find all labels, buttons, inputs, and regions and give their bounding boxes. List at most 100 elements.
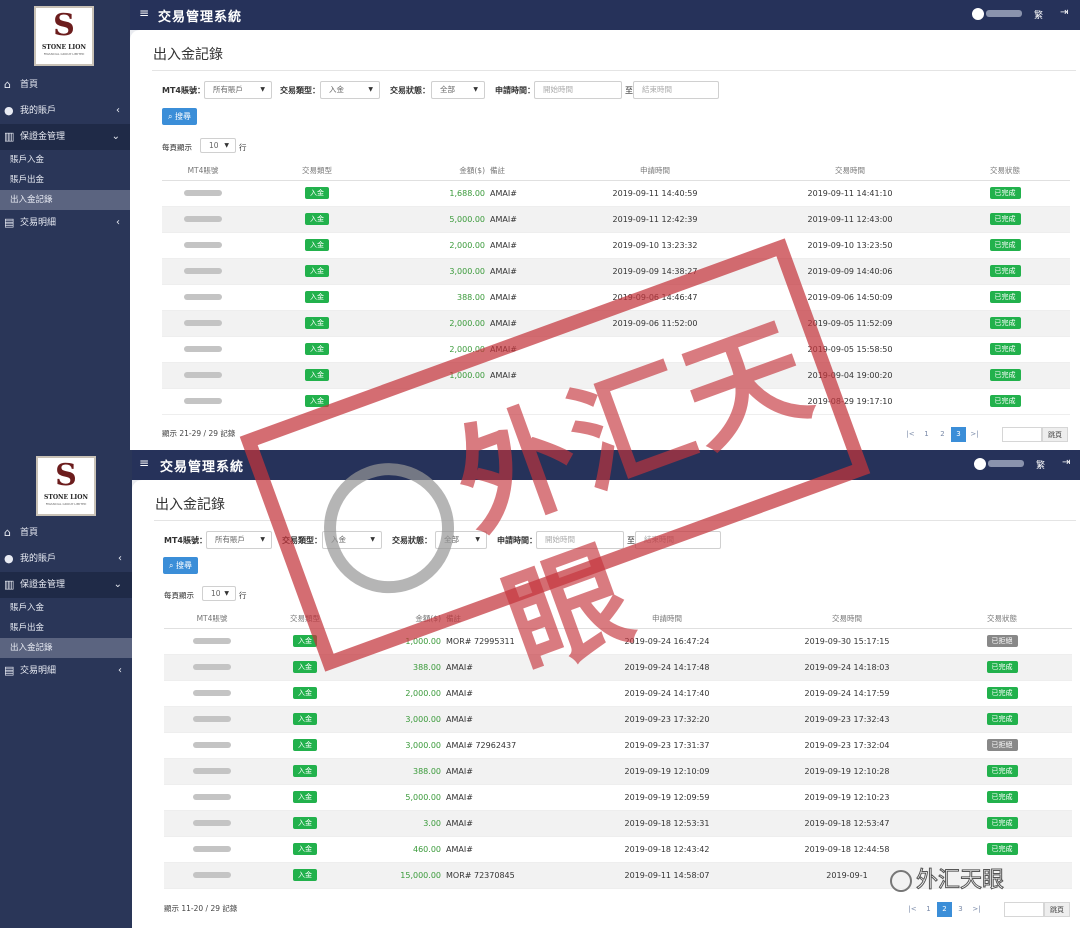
cell-status: 已完成 xyxy=(932,784,1072,811)
cell-type: 入金 xyxy=(260,706,350,733)
account-filter-label: MT4賬號： xyxy=(164,536,207,545)
masked-username[interactable] xyxy=(988,460,1024,467)
type-badge: 入金 xyxy=(305,395,329,407)
col-type[interactable]: 交易類型 xyxy=(244,162,390,181)
cell-apply-time: 2019-09-11 14:58:07 xyxy=(572,862,762,889)
goto-page-button[interactable]: 跳頁 xyxy=(1044,902,1070,917)
col-amount[interactable]: 金額($) xyxy=(390,162,490,181)
account-filter-select[interactable]: 所有賬戶 ▼ xyxy=(204,81,272,99)
col-apply-time[interactable]: 申請時間 xyxy=(572,610,762,629)
title-divider xyxy=(154,520,1076,521)
goto-page-input[interactable] xyxy=(1004,902,1044,917)
end-date-input[interactable]: 結束時間 xyxy=(635,531,721,549)
type-filter-select[interactable]: 入金 ▼ xyxy=(322,531,382,549)
sidebar-item-trade-details[interactable]: ▤ 交易明細 ‹ xyxy=(0,210,130,236)
col-status[interactable]: 交易狀態 xyxy=(932,610,1072,629)
page-button[interactable]: |< xyxy=(903,427,918,442)
account-filter-select[interactable]: 所有賬戶 ▼ xyxy=(206,531,272,549)
cell-account xyxy=(162,180,244,207)
end-date-input[interactable]: 結束時間 xyxy=(633,81,719,99)
goto-page-input[interactable] xyxy=(1002,427,1042,442)
language-switch[interactable]: 繁 xyxy=(1036,458,1045,471)
search-button[interactable]: ⌕ 搜尋 xyxy=(163,557,199,574)
masked-account-number xyxy=(184,397,222,404)
cell-status: 已完成 xyxy=(932,758,1072,785)
title-divider xyxy=(152,70,1076,71)
col-type[interactable]: 交易類型 xyxy=(260,610,350,629)
sidebar-item-home[interactable]: ⌂ 首頁 xyxy=(0,72,130,98)
cell-status: 已完成 xyxy=(940,362,1070,389)
col-account[interactable]: MT4賬號 xyxy=(164,610,260,629)
status-badge: 已完成 xyxy=(986,765,1018,777)
sidebar-item-trade-details[interactable]: ▤ 交易明細 ‹ xyxy=(0,658,132,684)
status-filter-select[interactable]: 全部 ▼ xyxy=(435,531,487,549)
page-button[interactable]: >| xyxy=(969,902,984,917)
page-button[interactable]: >| xyxy=(967,427,982,442)
language-switch[interactable]: 繁 xyxy=(1034,8,1043,21)
masked-username[interactable] xyxy=(986,10,1022,17)
page-button[interactable]: 3 xyxy=(953,902,968,917)
cell-trade-time: 2019-09-11 12:43:00 xyxy=(760,206,940,233)
sidebar-subitem-withdraw[interactable]: 賬戶出金 xyxy=(0,170,130,190)
sidebar-subitem-records[interactable]: 出入金記錄 xyxy=(0,638,132,658)
cell-note: AMAI# xyxy=(446,836,572,863)
col-note[interactable]: 備註 xyxy=(446,610,572,629)
sidebar-subitem-withdraw[interactable]: 賬戶出金 xyxy=(0,618,132,638)
col-note[interactable]: 備註 xyxy=(490,162,550,181)
cell-apply-time: 2019-09-24 14:17:40 xyxy=(572,680,762,707)
logout-icon[interactable]: ⇥ xyxy=(1060,7,1068,18)
col-status[interactable]: 交易狀態 xyxy=(940,162,1070,181)
date-filter-label: 申請時間： xyxy=(497,536,537,545)
sidebar-item-my-account[interactable]: ● 我的賬戶 ‹ xyxy=(0,98,130,124)
col-trade-time[interactable]: 交易時間 xyxy=(762,610,932,629)
sidebar-item-margin-management[interactable]: ▥ 保證金管理 ⌄ xyxy=(0,124,130,150)
chevron-down-icon: ⌄ xyxy=(111,131,120,142)
page-button[interactable]: 1 xyxy=(919,427,934,442)
logout-icon[interactable]: ⇥ xyxy=(1062,457,1070,468)
col-trade-time[interactable]: 交易時間 xyxy=(760,162,940,181)
sidebar-subitem-deposit[interactable]: 賬戶入金 xyxy=(0,598,132,618)
cell-type: 入金 xyxy=(244,232,390,259)
table-row: 入金 388.00 AMAI# 2019-09-24 14:17:48 2019-09-… xyxy=(164,654,1072,681)
type-badge: 入金 xyxy=(305,265,329,277)
sidebar-item-my-account[interactable]: ● 我的賬戶 ‹ xyxy=(0,546,132,572)
menu-toggle-icon[interactable]: ≡ xyxy=(139,456,149,470)
user-icon[interactable] xyxy=(972,8,984,20)
menu-toggle-icon[interactable]: ≡ xyxy=(139,6,149,20)
sidebar-subitem-deposit[interactable]: 賬戶入金 xyxy=(0,150,130,170)
sidebar-item-margin-management[interactable]: ▥ 保證金管理 ⌄ xyxy=(0,572,132,598)
search-button[interactable]: ⌕ 搜尋 xyxy=(162,108,198,125)
goto-page-button[interactable]: 跳頁 xyxy=(1042,427,1068,442)
masked-account-number xyxy=(184,293,222,300)
per-page-label: 每頁顯示 xyxy=(164,591,194,600)
cell-account xyxy=(162,336,244,363)
cell-note: MOR# 72995311 xyxy=(446,628,572,655)
start-date-input[interactable]: 開始時間 xyxy=(534,81,622,99)
masked-account-number xyxy=(193,689,231,696)
page-button[interactable]: 2 xyxy=(937,902,952,917)
masked-account-number xyxy=(193,663,231,670)
sidebar-item-home[interactable]: ⌂ 首頁 xyxy=(0,520,132,546)
table-row: 入金 388.00 AMAI# 2019-09-06 14:46:47 2019-09-… xyxy=(162,284,1070,311)
cell-account xyxy=(162,232,244,259)
page-button[interactable]: 3 xyxy=(951,427,966,442)
col-apply-time[interactable]: 申請時間 xyxy=(550,162,760,181)
sidebar-subitem-records[interactable]: 出入金記錄 xyxy=(0,190,130,210)
type-badge: 入金 xyxy=(293,843,317,855)
per-page-select[interactable]: 10 ▼ xyxy=(200,138,236,153)
cell-amount: 1,000.00 xyxy=(350,628,446,655)
status-filter-select[interactable]: 全部 ▼ xyxy=(431,81,485,99)
per-page-select[interactable]: 10 ▼ xyxy=(202,586,236,601)
document-icon: ▤ xyxy=(4,664,15,677)
user-icon[interactable] xyxy=(974,458,986,470)
col-amount[interactable]: 金額($) xyxy=(350,610,446,629)
page-button[interactable]: 2 xyxy=(935,427,950,442)
page-button[interactable]: 1 xyxy=(921,902,936,917)
type-filter-select[interactable]: 入金 ▼ xyxy=(320,81,380,99)
cell-note xyxy=(490,388,550,415)
cell-trade-time: 2019-09-10 13:23:50 xyxy=(760,232,940,259)
page-button[interactable]: |< xyxy=(905,902,920,917)
col-account[interactable]: MT4賬號 xyxy=(162,162,244,181)
start-date-input[interactable]: 開始時間 xyxy=(536,531,624,549)
masked-account-number xyxy=(193,871,231,878)
